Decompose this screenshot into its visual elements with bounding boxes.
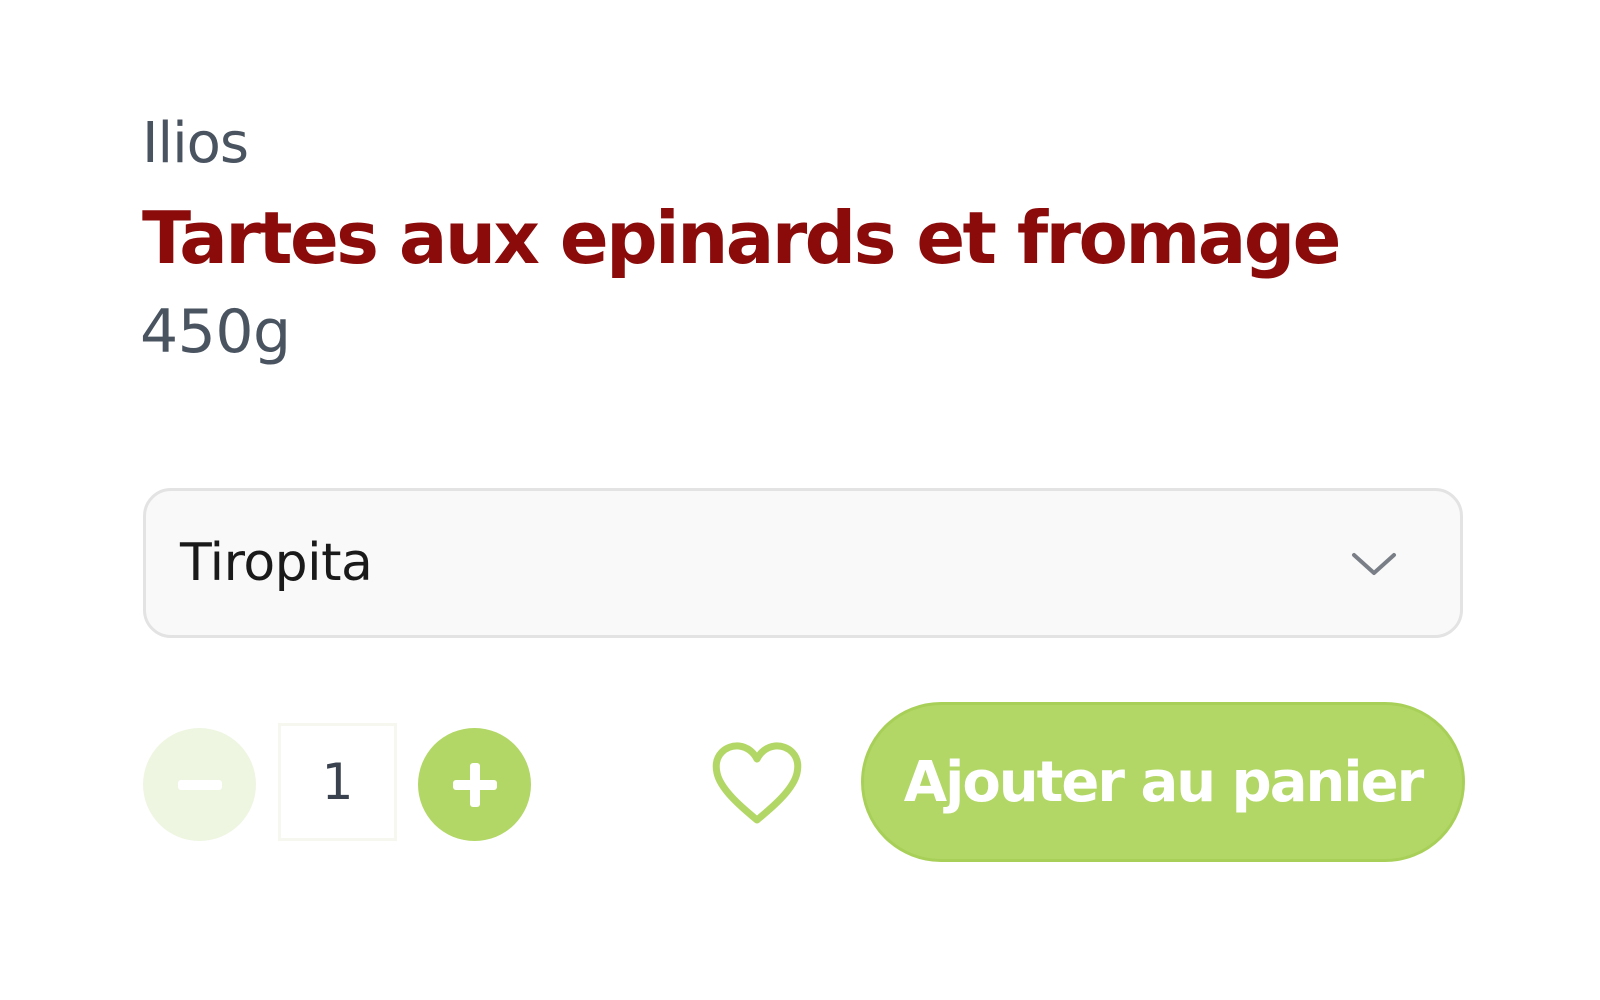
product-weight: 450g [140, 297, 291, 367]
heart-icon [712, 742, 802, 824]
product-brand: Ilios [142, 111, 249, 176]
product-title: Tartes aux epinards et fromage [142, 196, 1342, 280]
variant-select[interactable]: Tiropita [143, 488, 1463, 638]
add-to-cart-button[interactable]: Ajouter au panier [861, 702, 1465, 862]
minus-icon [177, 779, 222, 790]
variant-selected-value: Tiropita [180, 533, 373, 593]
product-panel: Ilios Tartes aux epinards et fromage 450… [0, 0, 1600, 1000]
chevron-down-icon [1352, 553, 1396, 575]
quantity-input[interactable] [278, 723, 397, 841]
plus-icon [452, 762, 497, 807]
quantity-increase-button[interactable] [418, 728, 531, 841]
quantity-decrease-button[interactable] [143, 728, 256, 841]
wishlist-button[interactable] [710, 740, 804, 826]
